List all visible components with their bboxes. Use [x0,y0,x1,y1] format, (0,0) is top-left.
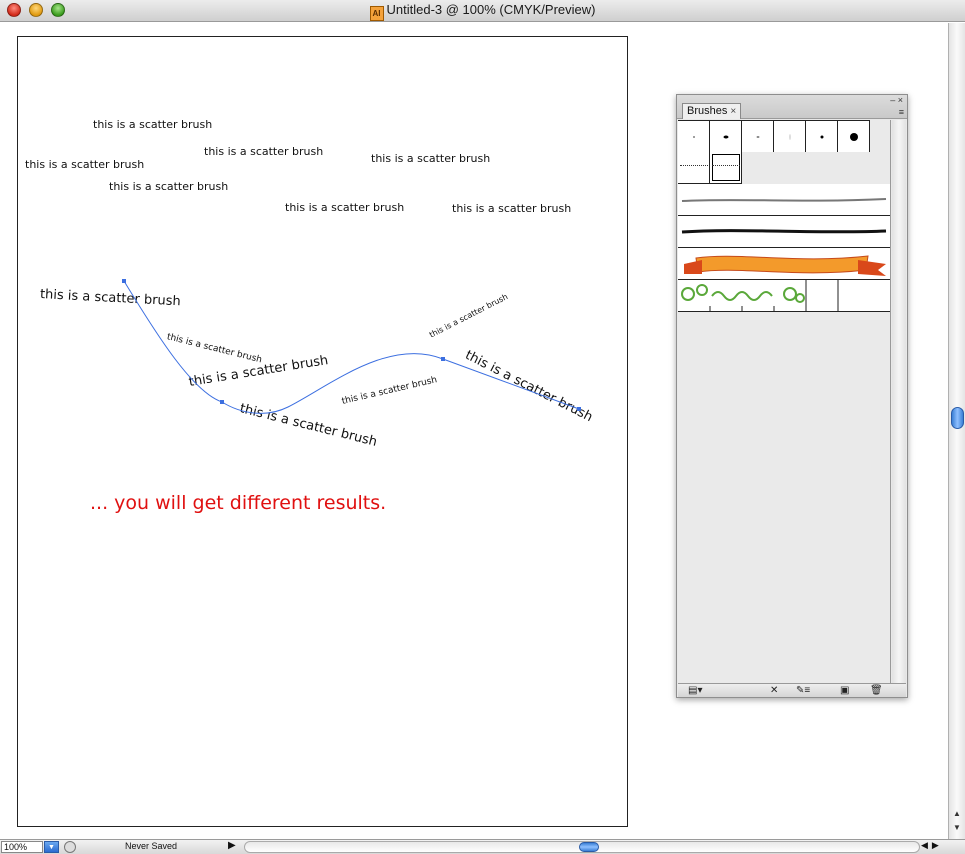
selected-brush-path[interactable] [18,37,628,827]
brushes-panel[interactable]: Brushes × – × ≡ ▤▾ ✕ ✎≡ ▣ 🗑 [676,94,908,698]
scatter-brush-row [678,152,742,184]
anchor-point[interactable] [220,400,224,404]
status-icon[interactable] [64,841,76,853]
zoom-dropdown-icon[interactable]: ▼ [44,841,59,853]
vertical-scroll-thumb[interactable] [951,407,964,429]
brush-swatch[interactable] [774,121,806,152]
brushes-tab-label: Brushes [687,105,728,117]
brush-swatch[interactable] [678,121,710,152]
zoom-field[interactable]: 100% [1,841,43,853]
new-brush-icon[interactable]: ▣ [840,685,849,697]
art-brush-charcoal[interactable] [678,184,890,216]
new-brush-library-icon[interactable]: ▤▾ [688,685,702,697]
window-title-wrap: AI Untitled-3 @ 100% (CMYK/Preview) [0,2,965,21]
horizontal-scroll-arrows-icon[interactable]: ◀▶ [921,840,943,851]
scroll-down-arrow-icon[interactable]: ▼ [953,823,961,832]
save-status: Never Saved [125,841,178,851]
title-bar[interactable]: AI Untitled-3 @ 100% (CMYK/Preview) [0,0,965,22]
art-brush-ribbon[interactable] [678,248,890,280]
ai-document-icon: AI [369,6,384,21]
art-brush-ink[interactable] [678,216,890,248]
trash-icon[interactable]: 🗑 [870,685,883,697]
window-title: Untitled-3 @ 100% (CMYK/Preview) [386,2,596,17]
calligraphic-brush-row [678,120,870,152]
anchor-point[interactable] [577,407,581,411]
horizontal-scroll-thumb[interactable] [579,842,599,852]
panel-scrollbar[interactable] [892,120,906,683]
brush-list [678,120,891,683]
anchor-point[interactable] [122,279,126,283]
illustrator-document-window: AI Untitled-3 @ 100% (CMYK/Preview) this … [0,0,965,854]
caption-text: ... you will get different results. [90,492,387,514]
scatter-brush-swatch-selected[interactable] [710,152,742,183]
artboard[interactable]: this is a scatter brush this is a scatte… [17,36,628,827]
horizontal-scrollbar[interactable] [244,841,920,853]
brushes-tab[interactable]: Brushes × [682,103,742,119]
status-bar: 100% ▼ Never Saved ▶ ◀▶ [0,839,965,854]
brush-swatch[interactable] [742,121,774,152]
pattern-brush-row [678,280,890,312]
scatter-brush-swatch[interactable] [678,152,710,183]
panel-header[interactable]: Brushes × – × ≡ [677,95,907,119]
vertical-scrollbar[interactable]: ▲ ▼ [948,23,965,839]
options-icon[interactable]: ✎≡ [796,685,810,697]
remove-brush-stroke-icon[interactable]: ✕ [770,685,778,697]
panel-footer: ▤▾ ✕ ✎≡ ▣ 🗑 [678,683,906,697]
tab-close-icon[interactable]: × [730,106,736,117]
panel-window-controls[interactable]: – × [890,95,903,105]
scroll-up-arrow-icon[interactable]: ▲ [953,809,961,818]
status-menu-arrow-icon[interactable]: ▶ [228,840,236,851]
brush-swatch[interactable] [710,121,742,152]
brush-swatch[interactable] [806,121,838,152]
panel-menu-icon[interactable]: ≡ [899,107,904,117]
brush-swatch[interactable] [838,121,870,152]
anchor-point[interactable] [441,357,445,361]
